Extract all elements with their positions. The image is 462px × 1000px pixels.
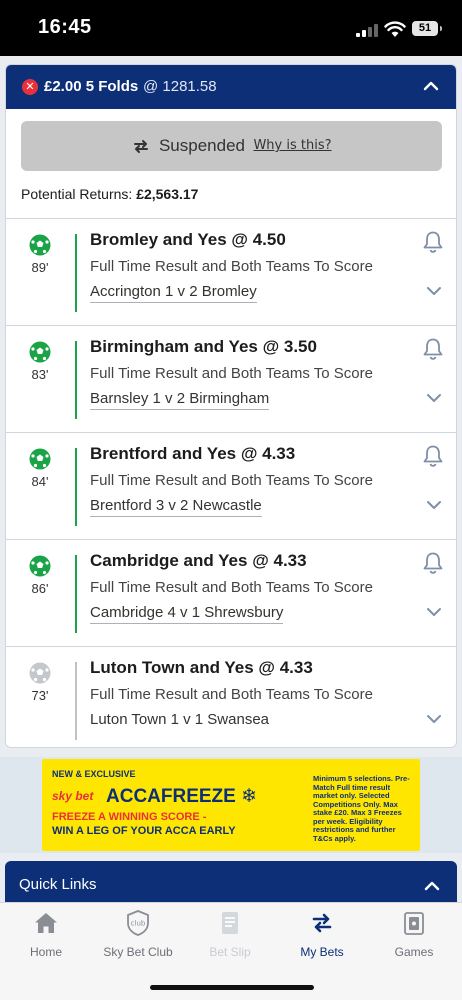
- bet-leg: 73' Luton Town and Yes @ 4.33 Full Time …: [6, 646, 456, 747]
- tab-my-bets[interactable]: My Bets: [276, 909, 368, 959]
- svg-text:club: club: [131, 920, 146, 928]
- games-icon: [404, 912, 424, 935]
- leg-selection: Bromley and Yes @ 4.50: [90, 230, 286, 249]
- expand-chevron-icon[interactable]: [426, 390, 442, 406]
- leg-selection: Luton Town and Yes @ 4.33: [90, 658, 313, 677]
- bet-leg: 89' Bromley and Yes @ 4.50 Full Time Res…: [6, 218, 456, 325]
- skybet-logo: sky bet: [52, 789, 94, 803]
- mybets-icon: [312, 913, 332, 933]
- cash-out-icon: [133, 140, 148, 153]
- bet-leg: 84' Brentford and Yes @ 4.33 Full Time R…: [6, 432, 456, 539]
- expand-chevron-icon[interactable]: [426, 497, 442, 513]
- leg-market: Full Time Result and Both Teams To Score: [90, 686, 373, 703]
- leg-event-link[interactable]: Accrington 1 v 2 Bromley: [90, 283, 257, 303]
- leg-market: Full Time Result and Both Teams To Score: [90, 365, 373, 382]
- football-icon: [29, 448, 51, 470]
- home-indicator: [150, 985, 314, 990]
- betslip-icon: [222, 912, 238, 934]
- leg-event-link[interactable]: Barnsley 1 v 2 Birmingham: [90, 390, 270, 410]
- tab-skybet-club[interactable]: club Sky Bet Club: [92, 909, 184, 959]
- leg-status-bar: [75, 662, 77, 740]
- collapse-chevron-icon[interactable]: [423, 877, 441, 895]
- lost-status-icon: ✕: [22, 79, 38, 95]
- status-time: 16:45: [38, 16, 92, 38]
- quick-links-title: Quick Links: [19, 876, 97, 893]
- leg-event-link[interactable]: Brentford 3 v 2 Newcastle: [90, 497, 262, 517]
- match-minute: 89': [31, 260, 49, 275]
- leg-status-bar: [75, 555, 77, 633]
- collapse-chevron-icon[interactable]: [422, 77, 440, 95]
- leg-event-link[interactable]: Luton Town 1 v 1 Swansea: [90, 711, 269, 730]
- match-minute: 86': [31, 581, 49, 596]
- match-minute: 84': [31, 474, 49, 489]
- leg-selection: Brentford and Yes @ 4.33: [90, 444, 296, 463]
- club-icon: club: [127, 910, 149, 936]
- bet-leg: 83' Birmingham and Yes @ 3.50 Full Time …: [6, 325, 456, 432]
- bell-icon[interactable]: [422, 337, 444, 361]
- expand-chevron-icon[interactable]: [426, 711, 442, 727]
- home-icon: [35, 913, 57, 933]
- expand-chevron-icon[interactable]: [426, 283, 442, 299]
- suspended-label: Suspended: [158, 136, 245, 155]
- potential-returns: Potential Returns: £2,563.17: [21, 186, 198, 202]
- match-minute: 83': [31, 367, 49, 382]
- leg-selection: Cambridge and Yes @ 4.33: [90, 551, 307, 570]
- promo-terms: Minimum 5 selections. Pre-Match Full tim…: [313, 774, 410, 843]
- match-minute: 73': [31, 688, 49, 703]
- promo-area: NEW & EXCLUSIVE sky bet ACCAFREEZE ❄ FRE…: [0, 757, 462, 853]
- bet-stake: £2.00 5 Folds: [44, 78, 139, 95]
- tab-games[interactable]: Games: [368, 909, 460, 959]
- potential-returns-value: £2,563.17: [136, 186, 199, 202]
- leg-status-bar: [75, 234, 77, 312]
- why-is-this-link[interactable]: Why is this?: [253, 138, 331, 153]
- tab-label: Sky Bet Club: [103, 945, 173, 959]
- expand-chevron-icon[interactable]: [426, 604, 442, 620]
- promo-line2: WIN A LEG OF YOUR ACCA EARLY: [52, 825, 236, 837]
- leg-event-link[interactable]: Cambridge 4 v 1 Shrewsbury: [90, 604, 284, 624]
- football-icon: [29, 234, 51, 256]
- suspended-button[interactable]: Suspended Why is this?: [21, 121, 442, 171]
- leg-market: Full Time Result and Both Teams To Score: [90, 472, 373, 489]
- wifi-icon: [384, 21, 406, 37]
- bell-icon[interactable]: [422, 230, 444, 254]
- football-icon: [29, 341, 51, 363]
- bell-icon[interactable]: [422, 444, 444, 468]
- promo-tag: NEW & EXCLUSIVE: [52, 769, 136, 779]
- bet-legs: 89' Bromley and Yes @ 4.50 Full Time Res…: [6, 218, 456, 747]
- bet-leg: 86' Cambridge and Yes @ 4.33 Full Time R…: [6, 539, 456, 646]
- tab-label: My Bets: [300, 945, 344, 959]
- tab-label: Games: [394, 945, 434, 959]
- snowflake-icon: ❄: [241, 786, 258, 807]
- status-bar: 16:45 51: [0, 0, 462, 56]
- bet-card-header[interactable]: ✕ £2.00 5 Folds @ 1281.58: [6, 65, 456, 109]
- leg-status-bar: [75, 448, 77, 526]
- leg-selection: Birmingham and Yes @ 3.50: [90, 337, 317, 356]
- bet-odds: @ 1281.58: [143, 78, 217, 95]
- promo-line1: FREEZE A WINNING SCORE -: [52, 811, 207, 823]
- battery-icon: 51: [412, 21, 442, 36]
- tab-label: Bet Slip: [209, 945, 251, 959]
- tab-bet-slip[interactable]: Bet Slip: [184, 909, 276, 959]
- cellular-signal-icon: [356, 24, 378, 37]
- promo-title: ACCAFREEZE ❄: [106, 786, 258, 807]
- bet-card: ✕ £2.00 5 Folds @ 1281.58 Suspended Why …: [5, 64, 457, 748]
- bell-icon[interactable]: [422, 551, 444, 575]
- tab-home[interactable]: Home: [0, 909, 92, 959]
- leg-status-bar: [75, 341, 77, 419]
- football-icon: [29, 662, 51, 684]
- leg-market: Full Time Result and Both Teams To Score: [90, 258, 373, 275]
- leg-market: Full Time Result and Both Teams To Score: [90, 579, 373, 596]
- tab-label: Home: [29, 945, 62, 959]
- football-icon: [29, 555, 51, 577]
- potential-returns-label: Potential Returns:: [21, 186, 133, 202]
- accafreeze-banner[interactable]: NEW & EXCLUSIVE sky bet ACCAFREEZE ❄ FRE…: [42, 759, 420, 851]
